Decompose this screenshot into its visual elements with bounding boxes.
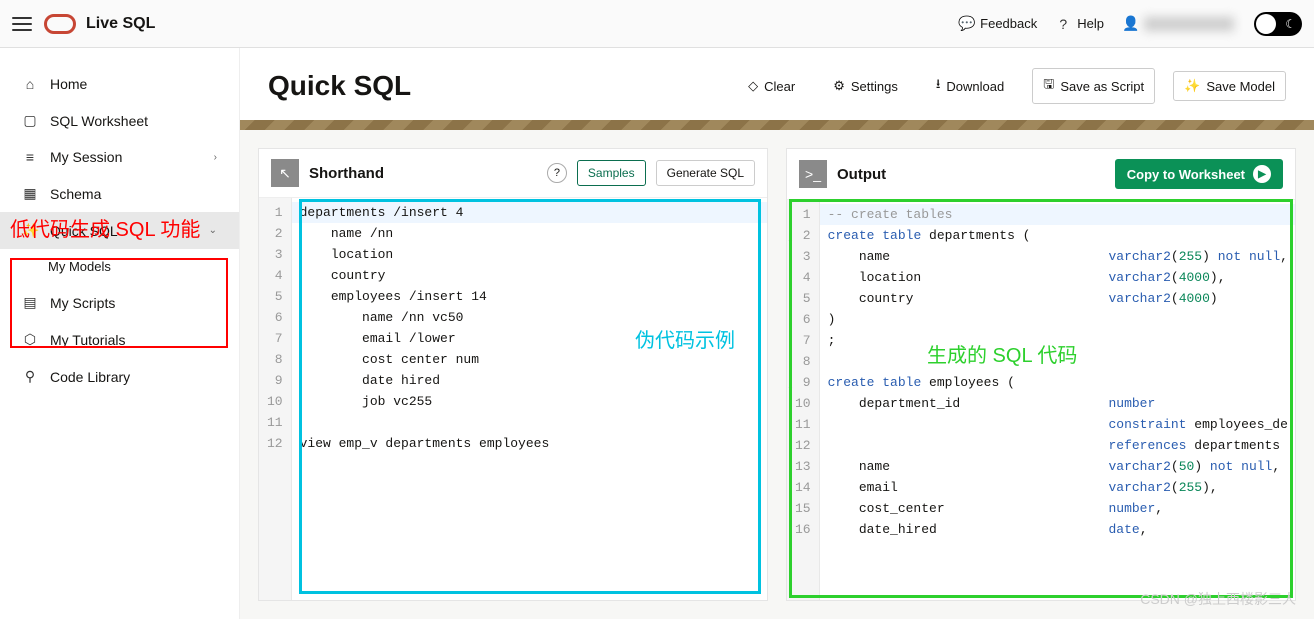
session-icon: ≡ (22, 149, 38, 165)
terminal-icon: >_ (799, 160, 827, 188)
sidebar-item-home[interactable]: ⌂ Home (0, 66, 239, 102)
tutorials-icon: ⬡ (22, 331, 38, 348)
help-link[interactable]: ? Help (1055, 16, 1104, 32)
oracle-logo (44, 14, 76, 34)
shorthand-title: Shorthand (309, 165, 384, 182)
save-icon: 🖫 (1043, 75, 1054, 97)
magic-icon: ✨ (22, 222, 38, 239)
user-name (1144, 17, 1234, 31)
moon-icon: ☾ (1285, 17, 1296, 31)
schema-icon: ▦ (22, 185, 38, 202)
cursor-icon: ↖ (271, 159, 299, 187)
download-button[interactable]: ⭳ Download (926, 69, 1014, 103)
sidebar-label: Schema (50, 186, 101, 202)
samples-button[interactable]: Samples (577, 160, 646, 186)
sidebar-label: Code Library (50, 369, 130, 385)
sidebar-item-my-tutorials[interactable]: ⬡ My Tutorials (0, 321, 239, 358)
gear-icon: ⚙ (833, 78, 845, 94)
clear-label: Clear (764, 79, 795, 94)
eraser-icon: ◇ (748, 78, 758, 94)
shorthand-editor[interactable]: 123456789101112 departments /insert 4 na… (259, 198, 767, 600)
page-header: Quick SQL ◇ Clear ⚙ Settings ⭳ Download 🖫 Sa… (240, 48, 1314, 120)
copy-to-worksheet-button[interactable]: Copy to Worksheet ▶ (1115, 159, 1283, 189)
toggle-knob (1256, 14, 1276, 34)
download-label: Download (946, 79, 1004, 94)
sidebar-item-quick-sql[interactable]: ✨ Quick SQL ⌄ (0, 212, 239, 249)
save-script-button[interactable]: 🖫 Save as Script (1032, 68, 1155, 104)
help-icon: ? (1055, 16, 1071, 32)
settings-label: Settings (851, 79, 898, 94)
sidebar-label: Quick SQL (50, 223, 118, 239)
stripe-divider (240, 120, 1314, 130)
magic-icon: ✨ (1184, 78, 1200, 94)
sidebar-label: My Scripts (50, 295, 115, 311)
chevron-right-icon: › (214, 152, 217, 163)
play-icon: ▶ (1253, 165, 1271, 183)
output-panel: >_ Output Copy to Worksheet ▶ 12⌄3456789… (786, 148, 1296, 601)
home-icon: ⌂ (22, 76, 38, 92)
theme-toggle[interactable]: ☾ (1254, 12, 1302, 36)
help-label: Help (1077, 16, 1104, 31)
output-viewer[interactable]: 12⌄3456789⌄10111213141516 -- create tabl… (787, 200, 1295, 600)
shorthand-code[interactable]: departments /insert 4 name /nn location … (292, 198, 767, 600)
settings-button[interactable]: ⚙ Settings (823, 72, 908, 100)
top-bar: Live SQL 💬 Feedback ? Help 👤 ☾ (0, 0, 1314, 48)
sidebar-item-my-session[interactable]: ≡ My Session › (0, 139, 239, 175)
save-model-button[interactable]: ✨ Save Model (1173, 71, 1286, 101)
output-gutter: 12⌄3456789⌄10111213141516 (787, 200, 820, 600)
output-code: -- create tablescreate table departments… (820, 200, 1295, 600)
sidebar-item-schema[interactable]: ▦ Schema (0, 175, 239, 212)
worksheet-icon: ▢ (22, 112, 38, 129)
chevron-down-icon: ⌄ (209, 225, 217, 236)
user-icon: 👤 (1122, 15, 1138, 32)
user-menu[interactable]: 👤 (1122, 15, 1234, 32)
feedback-label: Feedback (980, 16, 1037, 31)
menu-icon[interactable] (12, 17, 32, 31)
output-title: Output (837, 166, 886, 183)
download-icon: ⭳ (936, 75, 941, 97)
output-header: >_ Output Copy to Worksheet ▶ (787, 149, 1295, 200)
sidebar-label: SQL Worksheet (50, 113, 148, 129)
sidebar-sub-my-models[interactable]: My Models (0, 249, 239, 284)
sidebar-item-sql-worksheet[interactable]: ▢ SQL Worksheet (0, 102, 239, 139)
app-title: Live SQL (86, 15, 155, 33)
sidebar-item-code-library[interactable]: ⚲ Code Library (0, 358, 239, 395)
chat-icon: 💬 (958, 15, 974, 32)
save-script-label: Save as Script (1060, 79, 1144, 94)
save-model-label: Save Model (1206, 79, 1275, 94)
generate-sql-button[interactable]: Generate SQL (656, 160, 755, 186)
copy-label: Copy to Worksheet (1127, 167, 1245, 182)
shorthand-gutter: 123456789101112 (259, 198, 292, 600)
help-circle-icon[interactable]: ? (547, 163, 567, 183)
clear-button[interactable]: ◇ Clear (738, 72, 805, 100)
scripts-icon: ▤ (22, 294, 38, 311)
sidebar: ⌂ Home ▢ SQL Worksheet ≡ My Session › ▦ … (0, 48, 240, 619)
sidebar-label: My Session (50, 149, 122, 165)
sidebar-label: My Tutorials (50, 332, 125, 348)
shorthand-panel: ↖ Shorthand ? Samples Generate SQL 12345… (258, 148, 768, 601)
sidebar-label: Home (50, 76, 87, 92)
feedback-link[interactable]: 💬 Feedback (958, 15, 1037, 32)
sidebar-item-my-scripts[interactable]: ▤ My Scripts (0, 284, 239, 321)
library-icon: ⚲ (22, 368, 38, 385)
content: Quick SQL ◇ Clear ⚙ Settings ⭳ Download 🖫 Sa… (240, 48, 1314, 619)
shorthand-header: ↖ Shorthand ? Samples Generate SQL (259, 149, 767, 198)
page-title: Quick SQL (268, 70, 720, 102)
